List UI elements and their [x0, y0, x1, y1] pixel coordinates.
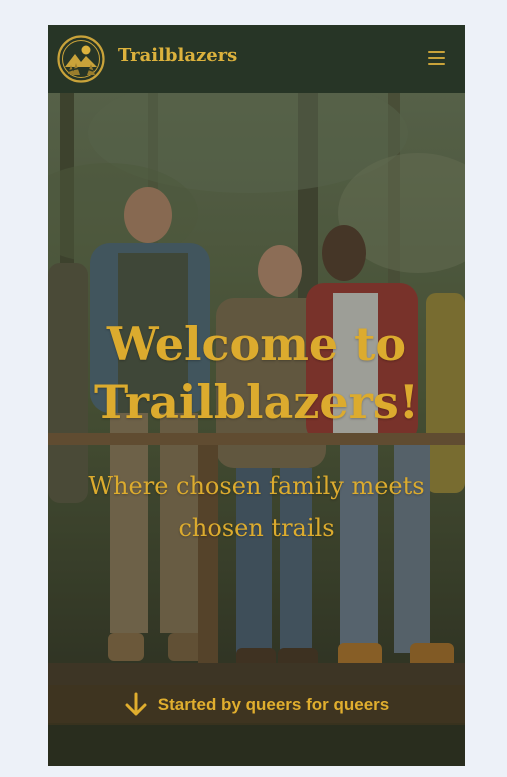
scroll-banner[interactable]: Started by queers for queers [48, 685, 465, 725]
mobile-viewport: Trailblazers Welcome to Trailblazers! Wh… [48, 25, 465, 766]
trailblazers-logo-icon[interactable] [57, 35, 105, 83]
banner-text: Started by queers for queers [157, 695, 390, 714]
hero-title: Welcome to Trailblazers! [93, 317, 420, 429]
navbar: Trailblazers [48, 25, 465, 93]
hamburger-menu-icon[interactable] [428, 51, 445, 65]
arrow-down-icon [125, 692, 147, 716]
hero-subtitle: Where chosen family meets chosen trails [88, 472, 425, 542]
hero-section: Welcome to Trailblazers! Where chosen fa… [48, 93, 465, 766]
brand-name[interactable]: Trailblazers [118, 45, 237, 66]
